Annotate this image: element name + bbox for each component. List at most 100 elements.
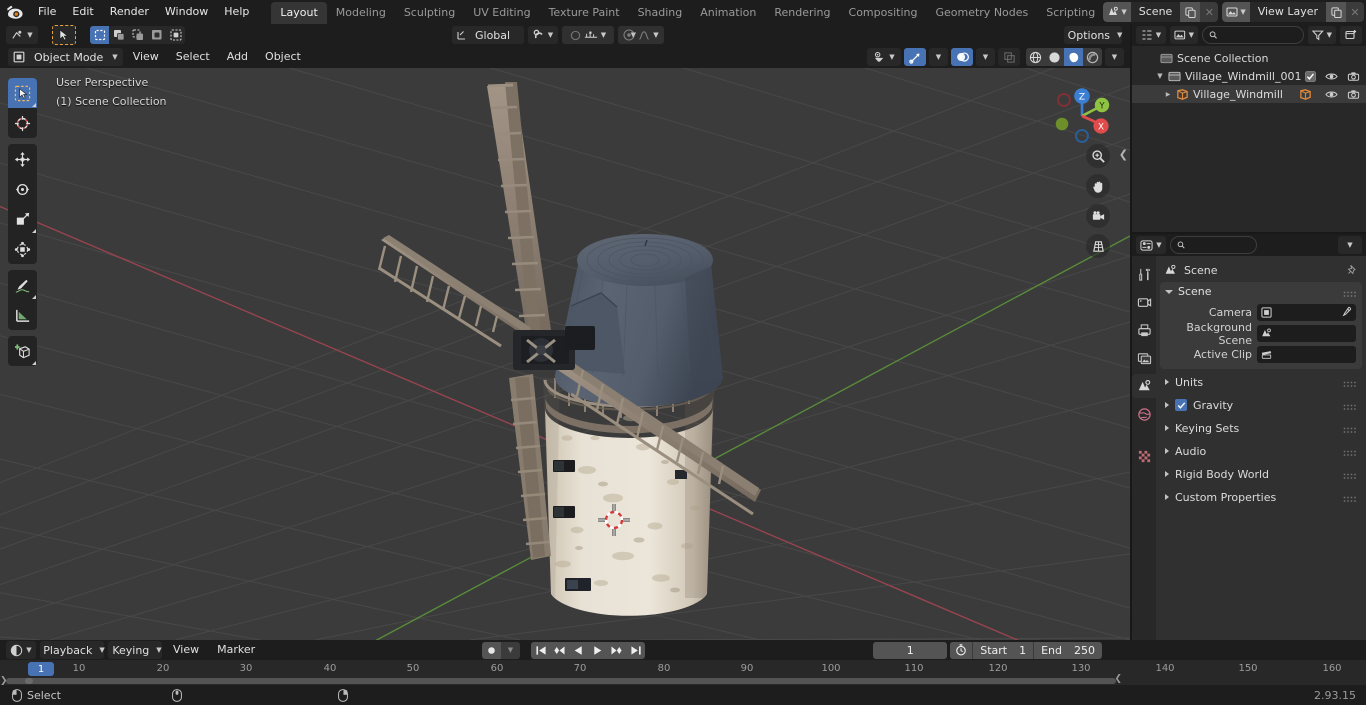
tab-texture-paint[interactable]: Texture Paint (540, 2, 629, 24)
xray-toggle[interactable] (998, 48, 1020, 66)
chevron-right-icon[interactable] (1165, 494, 1169, 500)
pin-icon[interactable] (1346, 264, 1358, 276)
scene-datablock[interactable]: ▼ Scene ✕ (1103, 2, 1219, 22)
jump-to-next-keyframe-icon[interactable] (607, 641, 626, 659)
camera-view-icon[interactable] (1086, 204, 1110, 228)
start-frame-field[interactable]: Start 1 (973, 642, 1033, 659)
outliner-row-village-windmill-001[interactable]: ▼ Village_Windmill_001 (1132, 67, 1366, 85)
expand-triangle-down-icon[interactable]: ▼ (1154, 72, 1166, 80)
object-visibility-dropdown[interactable]: ▼ (867, 48, 901, 66)
tool-scale[interactable] (8, 204, 37, 234)
viewport-menu-object[interactable]: Object (258, 48, 308, 66)
tool-move[interactable] (8, 144, 37, 174)
outliner-row-scene-collection[interactable]: Scene Collection (1132, 49, 1366, 67)
properties-editor-type-dropdown[interactable]: ▼ (1136, 236, 1166, 254)
tab-shading[interactable]: Shading (629, 2, 692, 24)
keying-sets-panel-header[interactable]: Keying Sets (1160, 418, 1362, 438)
snap-magnet-icon[interactable]: ▼ (528, 26, 558, 44)
view-layer-datablock[interactable]: ▼ View Layer ✕ (1222, 2, 1364, 22)
tab-animation[interactable]: Animation (691, 2, 765, 24)
properties-options-dropdown[interactable]: ▼ (1338, 236, 1362, 254)
tool-add-cube[interactable] (8, 336, 37, 366)
viewport-menu-select[interactable]: Select (169, 48, 217, 66)
shading-solid-icon[interactable] (1045, 48, 1064, 66)
timeline-menu-playback[interactable]: Playback ▼ (40, 641, 105, 659)
outliner-row-village-windmill[interactable]: ▶ Village_Windmill (1132, 85, 1366, 103)
tab-uv-editing[interactable]: UV Editing (464, 2, 539, 24)
expand-triangle-right-icon[interactable]: ▶ (1162, 91, 1174, 98)
chevron-right-icon[interactable] (1165, 448, 1169, 454)
toggle-perspective-icon[interactable] (1086, 234, 1110, 258)
outliner-filter-id-dropdown[interactable]: ▼ (1170, 26, 1198, 44)
overlays-toggle[interactable] (951, 48, 973, 66)
end-frame-field[interactable]: End 250 (1034, 642, 1102, 659)
audio-panel-header[interactable]: Audio (1160, 441, 1362, 461)
scene-icon[interactable]: ▼ (1103, 2, 1131, 22)
scene-panel-header[interactable]: Scene (1160, 282, 1362, 301)
stopwatch-icon[interactable] (950, 641, 973, 659)
blender-logo-icon[interactable] (0, 0, 30, 24)
unlink-scene-button[interactable]: ✕ (1200, 2, 1219, 22)
object-mode-dropdown[interactable]: Object Mode ▼ (8, 48, 123, 66)
auto-key-dropdown[interactable]: ▼ (501, 641, 520, 659)
jump-to-start-icon[interactable] (531, 641, 550, 659)
navigation-gizmo[interactable]: Z Y X (1044, 78, 1120, 154)
active-clip-field[interactable] (1257, 346, 1356, 363)
current-frame-field[interactable]: 1 (873, 641, 948, 659)
select-intersect-icon[interactable] (166, 26, 185, 44)
eye-icon[interactable] (1325, 71, 1338, 82)
outliner-search-input[interactable] (1202, 26, 1304, 44)
checkbox-icon[interactable] (1305, 70, 1316, 82)
chevron-right-icon[interactable] (1165, 402, 1169, 408)
overlays-dropdown[interactable]: ▼ (976, 48, 995, 66)
timeline-menu-view[interactable]: View (166, 641, 206, 659)
shading-wireframe-icon[interactable] (1026, 48, 1045, 66)
outliner-search-field[interactable] (1221, 29, 1297, 41)
gravity-checkbox[interactable] (1175, 399, 1187, 411)
select-new-icon[interactable] (90, 26, 109, 44)
select-invert-icon[interactable] (147, 26, 166, 44)
tab-rendering[interactable]: Rendering (765, 2, 839, 24)
select-extend-icon[interactable] (109, 26, 128, 44)
tab-compositing[interactable]: Compositing (840, 2, 927, 24)
sidebar-toggle-arrow[interactable]: ❮ (1119, 148, 1128, 161)
tab-sculpting[interactable]: Sculpting (395, 2, 464, 24)
rigid-body-world-panel-header[interactable]: Rigid Body World (1160, 464, 1362, 484)
units-panel-header[interactable]: Units (1160, 372, 1362, 392)
snap-settings-group[interactable]: ▼ (562, 26, 614, 44)
chevron-right-icon[interactable] (1165, 425, 1169, 431)
chevron-down-icon[interactable] (1165, 289, 1173, 294)
timeline-ruler[interactable]: 1 10 20 30 40 50 60 70 80 90 100 110 120… (0, 660, 1366, 677)
properties-tab-world[interactable] (1132, 402, 1156, 426)
tool-annotate[interactable] (8, 270, 37, 300)
tab-geometry-nodes[interactable]: Geometry Nodes (926, 2, 1037, 24)
timeline-menu-marker[interactable]: Marker (210, 641, 262, 659)
duplicate-icon[interactable] (1180, 2, 1201, 22)
camera-render-icon[interactable] (1347, 89, 1360, 100)
camera-field[interactable] (1257, 304, 1356, 321)
eye-icon[interactable] (1325, 89, 1338, 100)
eyedropper-icon[interactable] (1340, 306, 1352, 321)
pan-hand-icon[interactable] (1086, 174, 1110, 198)
camera-render-icon[interactable] (1347, 71, 1360, 82)
viewport-menu-add[interactable]: Add (220, 48, 255, 66)
outliner-display-mode-dropdown[interactable]: ▼ (1136, 26, 1166, 44)
tool-cursor-3d[interactable] (8, 108, 37, 138)
menu-edit[interactable]: Edit (64, 3, 101, 21)
properties-tab-texture[interactable] (1132, 444, 1156, 468)
properties-tab-render[interactable] (1132, 290, 1156, 314)
shading-material-preview-icon[interactable] (1064, 48, 1083, 66)
editor-type-3dview-icon[interactable]: ▼ (6, 26, 38, 44)
timeline-scrollbar-knob[interactable] (25, 678, 33, 684)
active-tool-select-box-icon[interactable] (52, 25, 76, 45)
view-layer-name[interactable]: View Layer (1249, 2, 1326, 22)
properties-tab-view-layer[interactable] (1132, 346, 1156, 370)
gravity-panel-header[interactable]: Gravity (1160, 395, 1362, 415)
timeline-menu-keying[interactable]: Keying ▼ (108, 641, 162, 659)
timeline-scroll-right-arrow[interactable]: ❮ (1114, 674, 1122, 684)
timeline-horizontal-scrollbar[interactable] (6, 678, 1116, 684)
chevron-right-icon[interactable] (1165, 379, 1169, 385)
gizmo-dropdown[interactable]: ▼ (929, 48, 948, 66)
gizmo-toggle[interactable] (904, 48, 926, 66)
tool-tweak-select-box[interactable] (8, 78, 37, 108)
